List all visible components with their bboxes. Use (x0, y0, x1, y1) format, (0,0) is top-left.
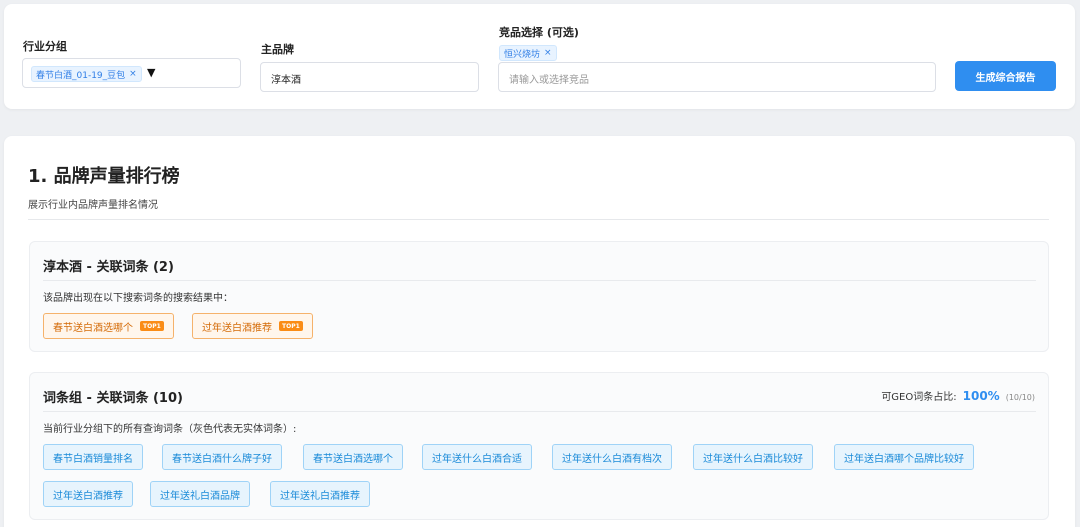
geo-ratio-percent: 100% (962, 389, 1000, 403)
keyword-chip-label: 春节送白酒选哪个 (53, 322, 133, 334)
competitor-input[interactable]: 请输入或选择竞品 (498, 62, 936, 92)
industry-group-label: 行业分组 (23, 40, 67, 53)
section-title: 1. 品牌声量排行榜 (28, 166, 180, 187)
competitor-tag-label: 恒兴烧坊 (504, 49, 541, 60)
panel-divider (43, 411, 1036, 412)
geo-ratio-count: (10/10) (1005, 393, 1035, 402)
keyword-chip[interactable]: 过年送白酒哪个品牌比较好 (834, 444, 974, 470)
keyword-chip[interactable]: 春节送白酒选哪个 (303, 444, 403, 470)
brand-panel-title: 淳本酒 - 关联词条 (2) (43, 260, 174, 275)
top-rank-badge: TOP1 (140, 321, 164, 331)
keyword-chip[interactable]: 春节白酒销量排名 (43, 444, 143, 470)
keyword-chip[interactable]: 过年送什么白酒比较好 (693, 444, 813, 470)
keyword-chip[interactable]: 过年送礼白酒品牌 (150, 481, 250, 507)
keyword-chip[interactable]: 过年送什么白酒有档次 (552, 444, 672, 470)
keyword-chip[interactable]: 过年送什么白酒合适 (422, 444, 532, 470)
geo-ratio: 可GEO词条占比: 100% (10/10) (881, 388, 1035, 403)
section-subtitle: 展示行业内品牌声量排名情况 (28, 200, 158, 211)
filter-bar: 行业分组 春节白酒_01-19_豆包 × ▼ 主品牌 淳本酒 竞品选择 (可选)… (4, 4, 1075, 109)
dropdown-arrow-icon[interactable]: ▼ (147, 66, 155, 79)
main-brand-value: 淳本酒 (271, 75, 301, 86)
brand-panel-description: 该品牌出现在以下搜索词条的搜索结果中： (43, 293, 233, 304)
brand-keywords-panel: 淳本酒 - 关联词条 (2) 该品牌出现在以下搜索词条的搜索结果中： 春节送白酒… (29, 241, 1049, 352)
keyword-chip-label: 过年送白酒推荐 (202, 322, 272, 334)
generate-report-button[interactable]: 生成综合报告 (955, 61, 1056, 91)
top-rank-badge: TOP1 (279, 321, 303, 331)
geo-ratio-label: 可GEO词条占比: (881, 392, 957, 403)
close-icon[interactable]: × (129, 69, 137, 79)
keyword-chip[interactable]: 春节送白酒什么牌子好 (162, 444, 282, 470)
keyword-chip[interactable]: 过年送白酒推荐 TOP1 (192, 313, 313, 339)
keyword-chip[interactable]: 过年送礼白酒推荐 (270, 481, 370, 507)
competitor-label: 竞品选择 (可选) (499, 26, 579, 39)
competitor-placeholder: 请输入或选择竞品 (509, 75, 589, 86)
keyword-group-panel: 词条组 - 关联词条 (10) 可GEO词条占比: 100% (10/10) 当… (29, 372, 1049, 520)
keyword-chip[interactable]: 过年送白酒推荐 (43, 481, 133, 507)
keyword-chip[interactable]: 春节送白酒选哪个 TOP1 (43, 313, 174, 339)
group-panel-description: 当前行业分组下的所有查询词条（灰色代表无实体词条）: (43, 424, 297, 435)
competitor-tag: 恒兴烧坊 × (499, 45, 557, 61)
section-divider (28, 219, 1049, 220)
main-brand-input[interactable]: 淳本酒 (260, 62, 479, 92)
main-brand-label: 主品牌 (261, 43, 294, 56)
brand-ranking-section: 1. 品牌声量排行榜 展示行业内品牌声量排名情况 淳本酒 - 关联词条 (2) … (4, 136, 1075, 527)
panel-divider (43, 280, 1036, 281)
industry-group-select[interactable]: 春节白酒_01-19_豆包 × ▼ (22, 58, 241, 88)
close-icon[interactable]: × (544, 48, 552, 58)
group-panel-title: 词条组 - 关联词条 (10) (43, 391, 183, 406)
industry-group-tag-label: 春节白酒_01-19_豆包 (36, 70, 126, 81)
industry-group-tag: 春节白酒_01-19_豆包 × (31, 66, 142, 82)
